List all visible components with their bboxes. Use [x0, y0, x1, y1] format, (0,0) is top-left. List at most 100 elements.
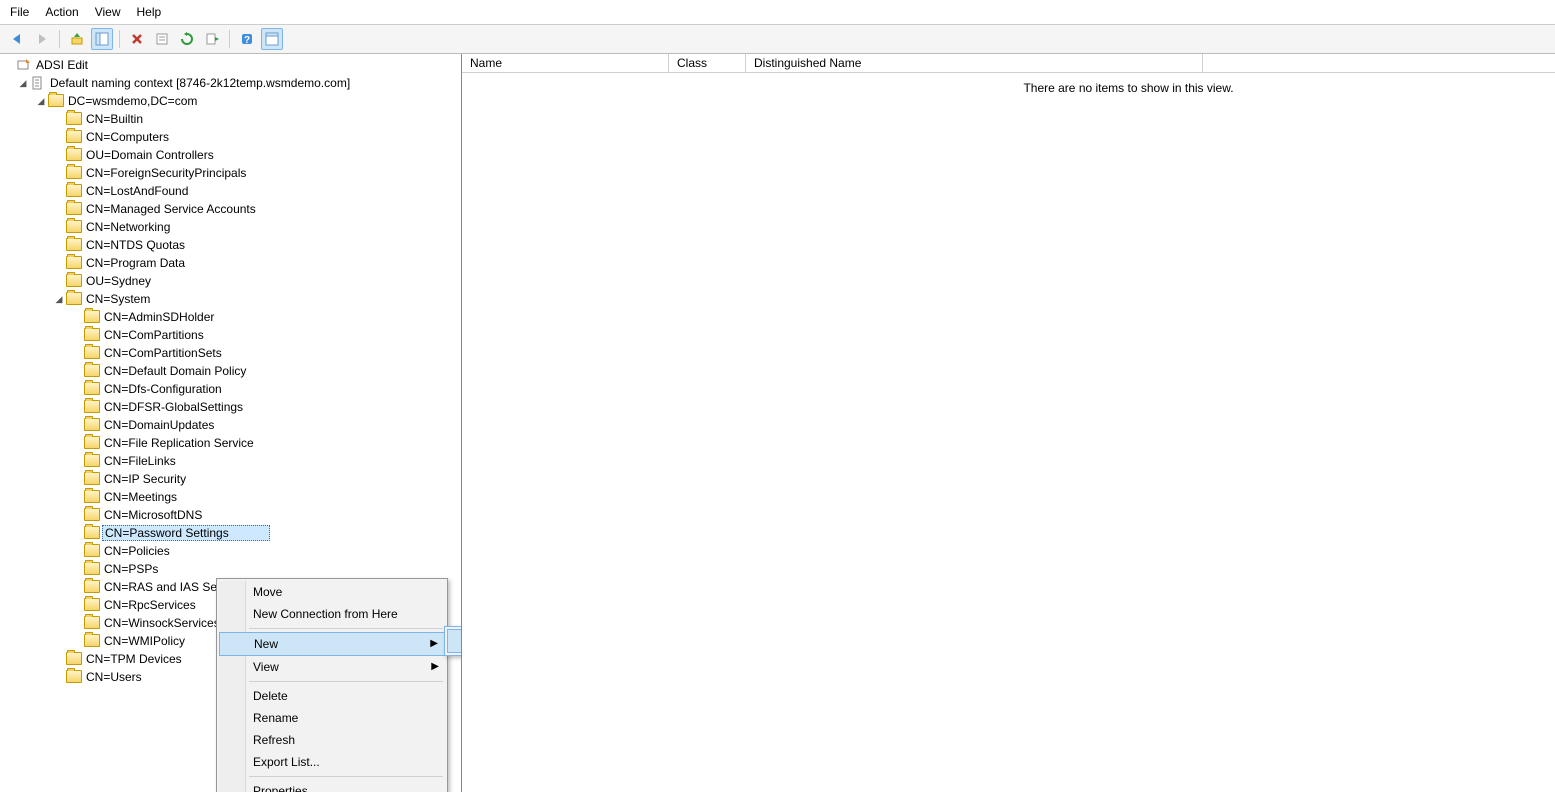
- tree-item[interactable]: OU=Domain Controllers: [0, 146, 461, 164]
- expand-toggle-icon[interactable]: [72, 636, 82, 646]
- tree-item-label: CN=Policies: [104, 544, 170, 558]
- expand-toggle-icon[interactable]: [54, 222, 64, 232]
- expand-toggle-icon[interactable]: [72, 312, 82, 322]
- tree-item[interactable]: CN=ComPartitions: [0, 326, 461, 344]
- expand-toggle-icon[interactable]: [72, 438, 82, 448]
- context-menu-item[interactable]: New▶: [219, 632, 445, 656]
- expand-toggle-icon[interactable]: [54, 168, 64, 178]
- column-header-name[interactable]: Name: [462, 54, 669, 72]
- tree-item[interactable]: CN=NTDS Quotas: [0, 236, 461, 254]
- expand-toggle-icon[interactable]: [54, 114, 64, 124]
- tree-naming-context[interactable]: ◢ Default naming context [8746-2k12temp.…: [0, 74, 461, 92]
- submenu-item-object[interactable]: Object...: [447, 629, 462, 653]
- expand-toggle-icon[interactable]: [72, 420, 82, 430]
- expand-toggle-icon[interactable]: [72, 348, 82, 358]
- help-icon[interactable]: ?: [236, 28, 258, 50]
- expand-toggle-icon[interactable]: [54, 132, 64, 142]
- expand-toggle-icon[interactable]: [54, 276, 64, 286]
- expand-toggle-icon[interactable]: [72, 366, 82, 376]
- tree-item-label: CN=Default Domain Policy: [104, 364, 246, 378]
- tree-item[interactable]: CN=File Replication Service: [0, 434, 461, 452]
- tree-item[interactable]: CN=Computers: [0, 128, 461, 146]
- tree-item[interactable]: CN=Program Data: [0, 254, 461, 272]
- column-header-class[interactable]: Class: [669, 54, 746, 72]
- tree-item[interactable]: OU=Sydney: [0, 272, 461, 290]
- context-menu-item[interactable]: Refresh: [219, 729, 445, 751]
- expand-toggle-icon[interactable]: [72, 402, 82, 412]
- expand-toggle-icon[interactable]: [4, 60, 14, 70]
- context-menu-separator: [249, 776, 443, 777]
- tree-item-label: CN=ForeignSecurityPrincipals: [86, 166, 246, 180]
- context-menu-item[interactable]: Delete: [219, 685, 445, 707]
- menu-file[interactable]: File: [10, 5, 29, 19]
- expand-toggle-icon[interactable]: [72, 330, 82, 340]
- column-header-dn[interactable]: Distinguished Name: [746, 54, 1203, 72]
- refresh-icon[interactable]: [176, 28, 198, 50]
- nav-back-icon[interactable]: [6, 28, 28, 50]
- expand-toggle-icon[interactable]: [54, 150, 64, 160]
- expand-toggle-icon[interactable]: [72, 384, 82, 394]
- expand-toggle-icon[interactable]: [54, 258, 64, 268]
- properties-icon[interactable]: [151, 28, 173, 50]
- tree-item-label: CN=Program Data: [86, 256, 185, 270]
- expand-toggle-icon[interactable]: [72, 546, 82, 556]
- context-menu-item[interactable]: Export List...: [219, 751, 445, 773]
- tree-item[interactable]: CN=FileLinks: [0, 452, 461, 470]
- tree-item[interactable]: CN=AdminSDHolder: [0, 308, 461, 326]
- delete-icon[interactable]: [126, 28, 148, 50]
- tree-dc[interactable]: ◢ DC=wsmdemo,DC=com: [0, 92, 461, 110]
- expand-toggle-icon[interactable]: ◢: [36, 96, 46, 106]
- expand-toggle-icon[interactable]: [72, 564, 82, 574]
- tree-item[interactable]: CN=Meetings: [0, 488, 461, 506]
- tree-item[interactable]: CN=Dfs-Configuration: [0, 380, 461, 398]
- context-menu-item[interactable]: Properties: [219, 780, 445, 792]
- expand-toggle-icon[interactable]: [72, 600, 82, 610]
- context-menu-item[interactable]: Rename: [219, 707, 445, 729]
- nav-forward-icon[interactable]: [31, 28, 53, 50]
- expand-toggle-icon[interactable]: [54, 240, 64, 250]
- tree-item[interactable]: CN=ComPartitionSets: [0, 344, 461, 362]
- tree-system[interactable]: ◢ CN=System: [0, 290, 461, 308]
- menu-action[interactable]: Action: [45, 5, 78, 19]
- context-menu-item[interactable]: New Connection from Here: [219, 603, 445, 625]
- expand-toggle-icon[interactable]: [72, 456, 82, 466]
- expand-toggle-icon[interactable]: [72, 528, 82, 538]
- tree-item[interactable]: CN=Managed Service Accounts: [0, 200, 461, 218]
- context-menu-item[interactable]: Move: [219, 581, 445, 603]
- tree-item[interactable]: CN=ForeignSecurityPrincipals: [0, 164, 461, 182]
- menu-view[interactable]: View: [95, 5, 121, 19]
- tree-item[interactable]: CN=IP Security: [0, 470, 461, 488]
- tree-item[interactable]: CN=LostAndFound: [0, 182, 461, 200]
- tree-item-label: CN=WinsockServices: [104, 616, 220, 630]
- expand-toggle-icon[interactable]: [72, 492, 82, 502]
- expand-toggle-icon[interactable]: ◢: [54, 294, 64, 304]
- folder-icon: [66, 166, 82, 180]
- tree-item-selected[interactable]: CN=Password Settings: [0, 524, 461, 542]
- tree-item[interactable]: CN=Builtin: [0, 110, 461, 128]
- show-hide-pane-icon[interactable]: [261, 28, 283, 50]
- up-folder-icon[interactable]: [66, 28, 88, 50]
- context-menu-item[interactable]: View▶: [219, 656, 445, 678]
- show-pane-icon[interactable]: [91, 28, 113, 50]
- tree-item[interactable]: CN=DomainUpdates: [0, 416, 461, 434]
- tree-item-label: CN=AdminSDHolder: [104, 310, 214, 324]
- tree-pane[interactable]: ADSI Edit ◢ Default naming context [8746…: [0, 54, 462, 792]
- expand-toggle-icon[interactable]: [54, 186, 64, 196]
- tree-item[interactable]: CN=Default Domain Policy: [0, 362, 461, 380]
- tree-root[interactable]: ADSI Edit: [0, 56, 461, 74]
- export-list-icon[interactable]: [201, 28, 223, 50]
- expand-toggle-icon[interactable]: [54, 654, 64, 664]
- expand-toggle-icon[interactable]: [72, 618, 82, 628]
- menu-help[interactable]: Help: [137, 5, 162, 19]
- tree-item[interactable]: CN=Policies: [0, 542, 461, 560]
- expand-toggle-icon[interactable]: [54, 204, 64, 214]
- tree-item[interactable]: CN=PSPs: [0, 560, 461, 578]
- tree-item[interactable]: CN=DFSR-GlobalSettings: [0, 398, 461, 416]
- tree-item[interactable]: CN=Networking: [0, 218, 461, 236]
- expand-toggle-icon[interactable]: [72, 582, 82, 592]
- expand-toggle-icon[interactable]: [54, 672, 64, 682]
- expand-toggle-icon[interactable]: ◢: [18, 78, 28, 88]
- expand-toggle-icon[interactable]: [72, 510, 82, 520]
- expand-toggle-icon[interactable]: [72, 474, 82, 484]
- tree-item[interactable]: CN=MicrosoftDNS: [0, 506, 461, 524]
